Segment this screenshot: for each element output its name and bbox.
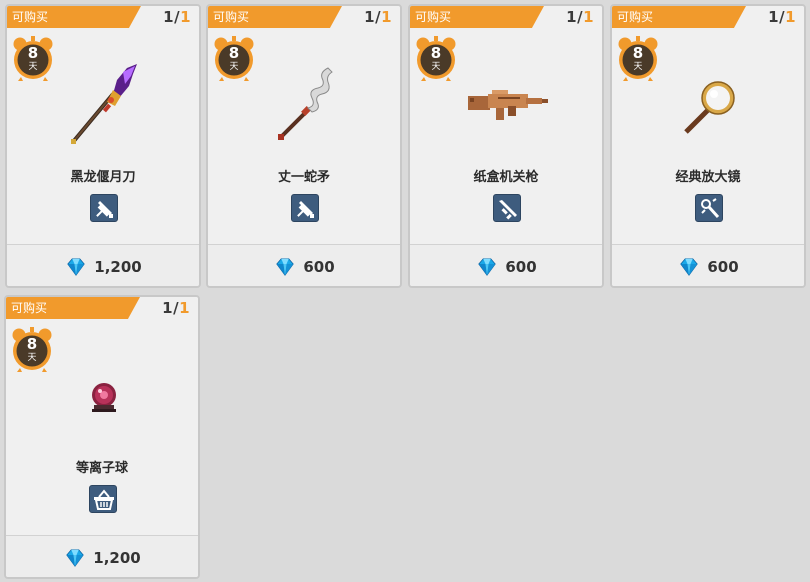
- days-remaining: 8: [430, 44, 442, 62]
- item-name: 等离子球: [75, 461, 128, 476]
- item-name: 纸盒机关枪: [473, 170, 539, 185]
- purchase-limit: 1/1: [768, 8, 796, 26]
- price-area[interactable]: 1,200: [7, 245, 199, 286]
- available-badge: 可购买: [7, 6, 141, 28]
- days-unit: 天: [633, 62, 643, 72]
- gun-icon: [499, 200, 517, 220]
- sword-icon: [297, 201, 314, 218]
- gun-type-badge: [493, 194, 521, 222]
- alarm-clock-icon: 8 天: [616, 35, 660, 81]
- shop-item-card[interactable]: 可购买 1/1 8 天 丈一蛇矛 600: [206, 4, 402, 288]
- gem-icon: [66, 548, 84, 567]
- shop-item-card[interactable]: 可购买 1/1 8 天 经典放大镜 600: [610, 4, 806, 288]
- days-remaining: 8: [26, 335, 38, 353]
- gem-icon: [67, 257, 85, 276]
- purchase-limit: 1/1: [162, 299, 190, 317]
- glaive-icon: [55, 60, 155, 144]
- shop-item-card[interactable]: 可购买 1/1 8 天 等离子球 1,200: [4, 295, 200, 579]
- item-name: 丈一蛇矛: [277, 170, 330, 185]
- price-value: 600: [303, 257, 335, 276]
- days-remaining: 8: [228, 44, 240, 62]
- price-value: 1,200: [94, 257, 142, 276]
- purchase-limit: 1/1: [566, 8, 594, 26]
- gem-icon: [276, 257, 294, 276]
- shop-item-card[interactable]: 可购买 1/1 8 天 黑龙偃月刀 1,200: [5, 4, 201, 288]
- shop-item-card[interactable]: 可购买 1/1 8 天 纸盒机关枪 600: [408, 4, 604, 288]
- days-unit: 天: [229, 62, 239, 72]
- price-area[interactable]: 600: [208, 245, 400, 286]
- magnifying-glass-icon: [660, 60, 760, 144]
- item-type-badge: [89, 485, 117, 513]
- price-area[interactable]: 1,200: [6, 536, 198, 577]
- available-badge: 可购买: [6, 297, 140, 319]
- serpent-spear-icon: [256, 60, 356, 144]
- days-remaining: 8: [632, 44, 644, 62]
- days-unit: 天: [27, 353, 37, 363]
- price-value: 600: [505, 257, 537, 276]
- melee-type-badge: [291, 194, 319, 222]
- price-value: 600: [707, 257, 739, 276]
- item-name: 经典放大镜: [675, 170, 741, 185]
- alarm-clock-icon: 8 天: [414, 35, 458, 81]
- available-badge: 可购买: [410, 6, 544, 28]
- staff-icon: [701, 198, 720, 219]
- melee-type-badge: [90, 194, 118, 222]
- price-area[interactable]: 600: [410, 245, 602, 286]
- item-name: 黑龙偃月刀: [70, 170, 136, 185]
- basket-icon: [94, 489, 114, 510]
- days-unit: 天: [431, 62, 441, 72]
- gem-icon: [478, 257, 496, 276]
- alarm-clock-icon: 8 天: [11, 35, 55, 81]
- available-badge: 可购买: [612, 6, 746, 28]
- plasma-ball-icon: [54, 351, 154, 435]
- sword-icon: [96, 201, 113, 218]
- purchase-limit: 1/1: [163, 8, 191, 26]
- alarm-clock-icon: 8 天: [10, 326, 54, 372]
- gem-icon: [680, 257, 698, 276]
- days-remaining: 8: [27, 44, 39, 62]
- cardboard-machine-gun-icon: [458, 60, 558, 144]
- staff-type-badge: [695, 194, 723, 222]
- alarm-clock-icon: 8 天: [212, 35, 256, 81]
- days-unit: 天: [28, 62, 38, 72]
- price-area[interactable]: 600: [612, 245, 804, 286]
- purchase-limit: 1/1: [364, 8, 392, 26]
- price-value: 1,200: [93, 548, 141, 567]
- available-badge: 可购买: [208, 6, 342, 28]
